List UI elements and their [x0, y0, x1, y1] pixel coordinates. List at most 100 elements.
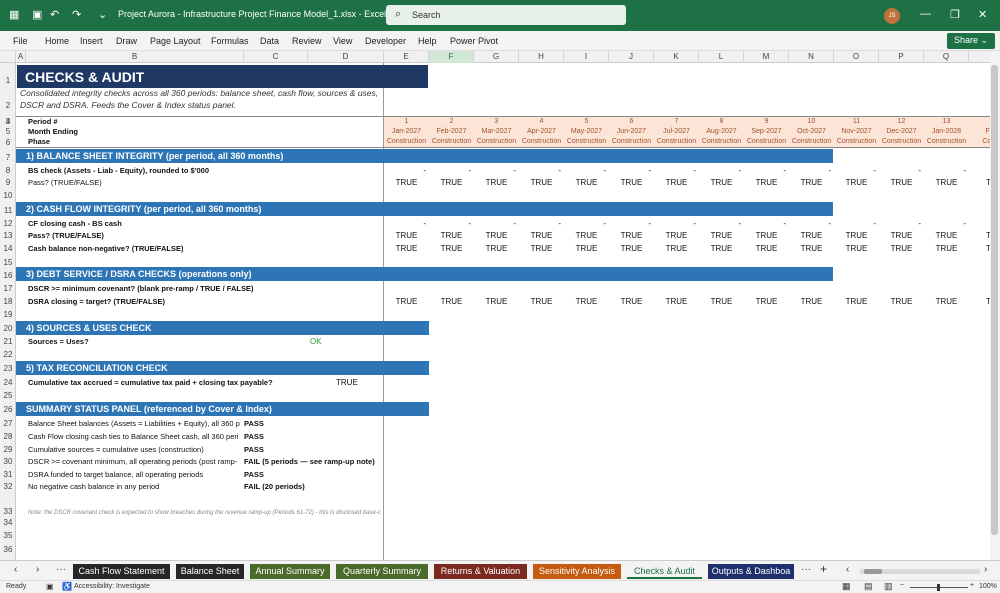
column-header-q[interactable]: Q	[924, 51, 969, 63]
column-header-n[interactable]: N	[789, 51, 834, 63]
horizontal-scroll-thumb[interactable]	[864, 569, 882, 574]
menu-draw[interactable]: Draw	[116, 36, 137, 46]
menu-review[interactable]: Review	[292, 36, 322, 46]
row-header[interactable]: 10	[0, 191, 16, 200]
restore-icon[interactable]: ❐	[950, 8, 960, 21]
hscroll-left-icon[interactable]: ‹	[846, 564, 849, 575]
row-header[interactable]: 1	[0, 76, 16, 85]
menu-home[interactable]: Home	[45, 36, 69, 46]
tab-sensitivity-analysis[interactable]: Sensitivity Analysis	[533, 564, 621, 579]
column-header-b[interactable]: B	[26, 51, 244, 63]
row-header[interactable]: 13	[0, 231, 16, 240]
row-header[interactable]: 25	[0, 391, 16, 400]
tab-checks-audit[interactable]: Checks & Audit	[627, 564, 702, 579]
column-header-e[interactable]: E	[384, 51, 429, 63]
row-header[interactable]: 17	[0, 284, 16, 293]
save-icon[interactable]: ▣	[32, 8, 42, 22]
menu-view[interactable]: View	[333, 36, 352, 46]
row-header[interactable]: 23	[0, 364, 16, 373]
horizontal-scrollbar[interactable]	[860, 569, 980, 574]
tab-cash-flow-statement[interactable]: Cash Flow Statement	[73, 564, 170, 579]
close-icon[interactable]: ✕	[978, 8, 987, 21]
tab-returns-valuation[interactable]: Returns & Valuation	[434, 564, 527, 579]
zoom-slider[interactable]	[910, 584, 968, 591]
user-avatar[interactable]: JS	[884, 8, 900, 24]
row-header[interactable]: 29	[0, 445, 16, 454]
row-header[interactable]: 18	[0, 297, 16, 306]
row-header[interactable]: 20	[0, 324, 16, 333]
share-button[interactable]: Share ⌄	[947, 33, 995, 49]
row-header[interactable]: 19	[0, 310, 16, 319]
row-header[interactable]: 28	[0, 432, 16, 441]
column-header-f[interactable]: F	[429, 51, 474, 63]
row-header[interactable]: 14	[0, 244, 16, 253]
column-header-d[interactable]: D	[308, 51, 384, 63]
row-header[interactable]: 6	[0, 138, 16, 147]
customize-quick-access-icon[interactable]: ⌄	[98, 8, 107, 22]
row-header[interactable]: 15	[0, 258, 16, 267]
row-header[interactable]: 9	[0, 178, 16, 187]
more-tabs-icon[interactable]: ···	[56, 564, 66, 575]
tab-quarterly-summary[interactable]: Quarterly Summary	[336, 564, 428, 579]
row-header[interactable]: 7	[0, 153, 16, 162]
vertical-scrollbar[interactable]	[990, 51, 1000, 560]
row-header[interactable]: 31	[0, 470, 16, 479]
row-header[interactable]: 36	[0, 545, 16, 554]
zoom-out-icon[interactable]: −	[900, 582, 904, 589]
row-header[interactable]: 22	[0, 350, 16, 359]
accessibility-status[interactable]: Accessibility: Investigate	[74, 583, 150, 590]
undo-icon[interactable]: ↶	[50, 8, 59, 22]
column-header-j[interactable]: J	[609, 51, 654, 63]
menu-developer[interactable]: Developer	[365, 36, 406, 46]
column-header-a[interactable]: A	[16, 51, 26, 63]
vertical-scroll-thumb[interactable]	[991, 65, 998, 535]
redo-icon[interactable]: ↷	[72, 8, 81, 22]
row-header[interactable]: 34	[0, 518, 16, 527]
column-header-g[interactable]: G	[474, 51, 519, 63]
row-header[interactable]: 12	[0, 219, 16, 228]
row-header[interactable]: 24	[0, 378, 16, 387]
tab-annual-summary[interactable]: Annual Summary	[250, 564, 330, 579]
column-header-l[interactable]: L	[699, 51, 744, 63]
tab-outputs-dashboard[interactable]: Outputs & Dashboa	[708, 564, 794, 579]
normal-view-icon[interactable]: ▦	[842, 581, 851, 592]
row-header[interactable]: 16	[0, 271, 16, 280]
tab-balance-sheet[interactable]: Balance Sheet	[176, 564, 244, 579]
select-all-corner[interactable]	[0, 51, 16, 63]
menu-data[interactable]: Data	[260, 36, 279, 46]
row-header[interactable]: 2	[0, 101, 16, 110]
row-header[interactable]: 5	[0, 127, 16, 136]
zoom-in-icon[interactable]: +	[970, 582, 974, 589]
row-header[interactable]: 11	[0, 206, 16, 215]
row-header[interactable]: 4	[0, 117, 16, 126]
zoom-slider-thumb[interactable]	[937, 584, 940, 591]
menu-file[interactable]: File	[13, 36, 28, 46]
column-header-i[interactable]: I	[564, 51, 609, 63]
menu-power-pivot[interactable]: Power Pivot	[450, 36, 498, 46]
row-header[interactable]: 30	[0, 457, 16, 466]
tab-scroll-right-icon[interactable]: ›	[36, 564, 39, 575]
zoom-level[interactable]: 100%	[979, 583, 997, 590]
column-header-m[interactable]: M	[744, 51, 789, 63]
column-header-p[interactable]: P	[879, 51, 924, 63]
page-layout-view-icon[interactable]: ▤	[864, 581, 873, 592]
row-header[interactable]: 26	[0, 405, 16, 414]
search-box[interactable]: ⌕ Search	[386, 5, 626, 25]
page-break-view-icon[interactable]: ▥	[884, 581, 893, 592]
row-header[interactable]: 32	[0, 482, 16, 491]
more-sheets-icon[interactable]: ···	[801, 564, 811, 575]
row-header[interactable]: 27	[0, 419, 16, 428]
menu-page-layout[interactable]: Page Layout	[150, 36, 201, 46]
column-header-o[interactable]: O	[834, 51, 879, 63]
column-header-h[interactable]: H	[519, 51, 564, 63]
menu-formulas[interactable]: Formulas	[211, 36, 249, 46]
row-header[interactable]: 8	[0, 166, 16, 175]
menu-insert[interactable]: Insert	[80, 36, 103, 46]
macro-record-icon[interactable]: ▣	[46, 582, 54, 591]
add-sheet-icon[interactable]: +	[820, 562, 827, 576]
tab-scroll-left-icon[interactable]: ‹	[14, 564, 17, 575]
minimize-icon[interactable]: —	[920, 8, 931, 20]
row-header[interactable]: 35	[0, 531, 16, 540]
column-header-k[interactable]: K	[654, 51, 699, 63]
row-header[interactable]: 21	[0, 337, 16, 346]
